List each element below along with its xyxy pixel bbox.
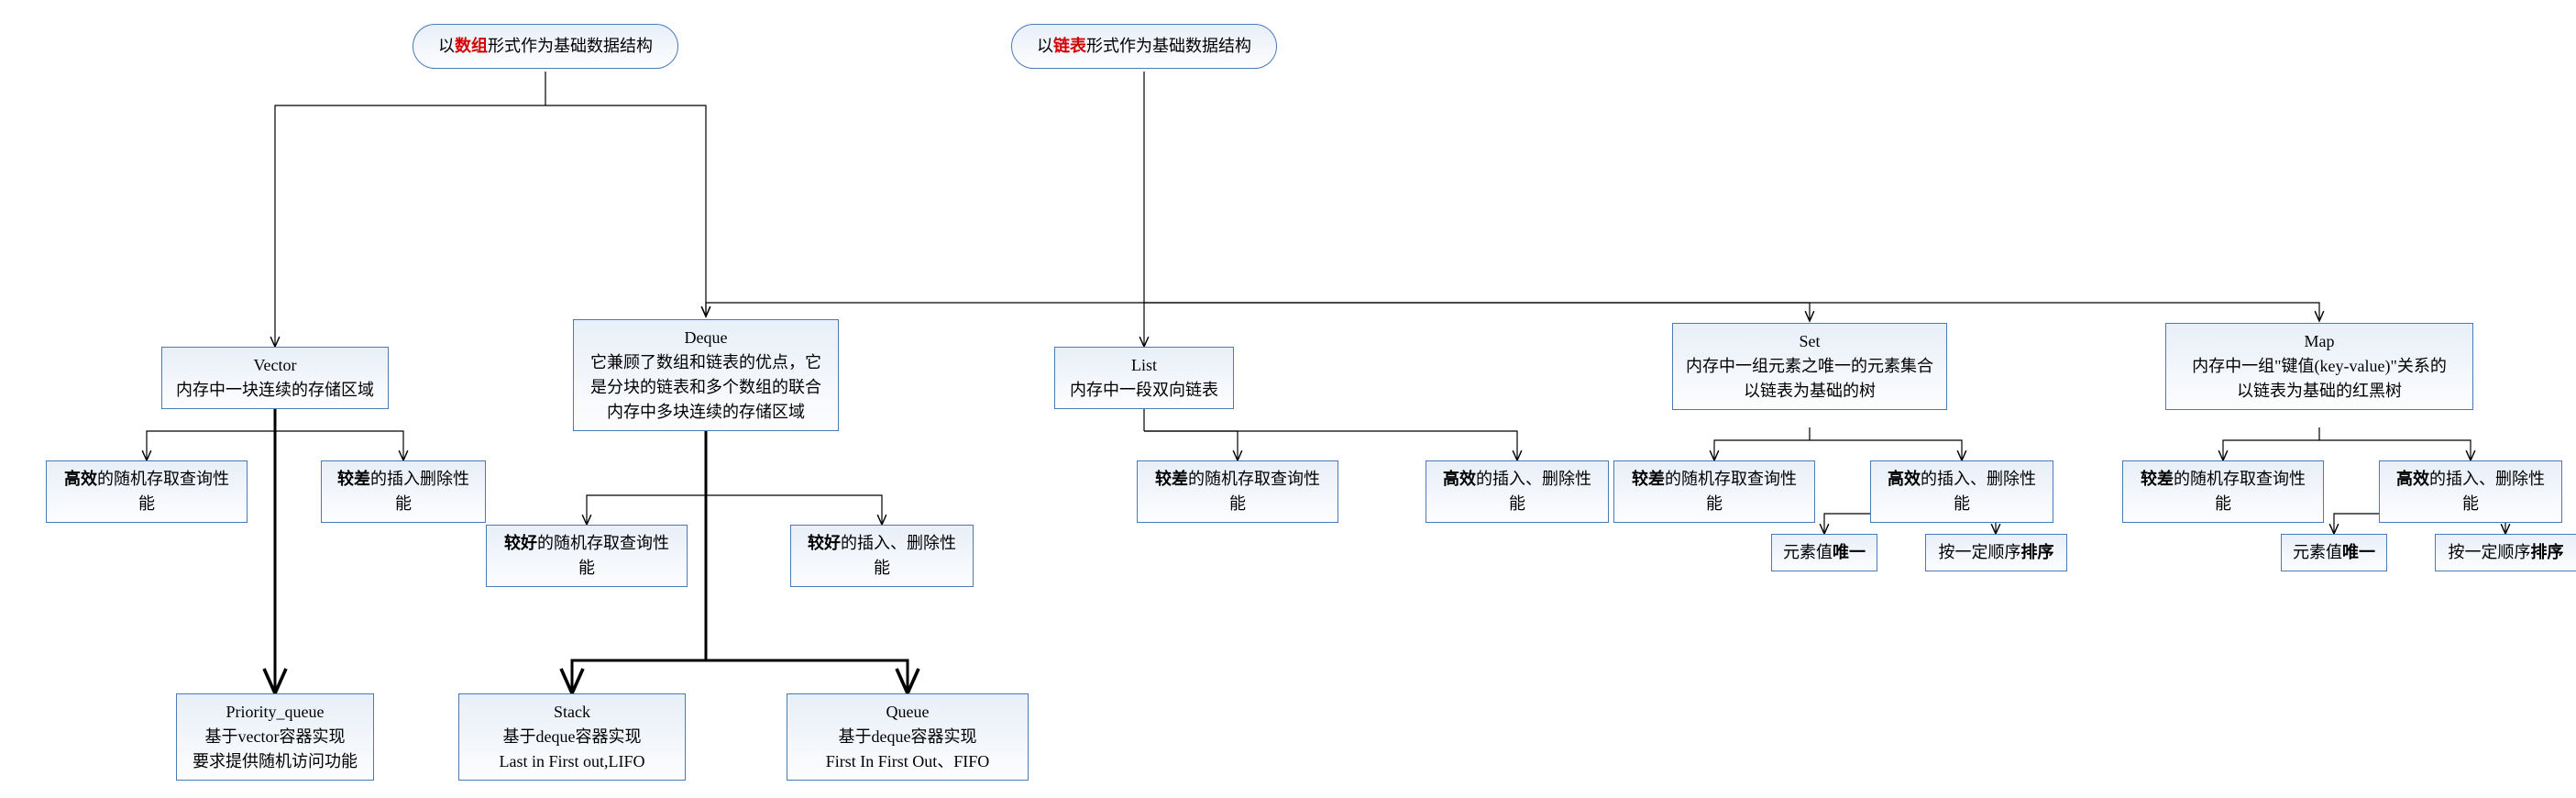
set-query-rest: 的随机存取查询性能 — [1665, 470, 1797, 513]
set-query: 较差的随机存取查询性能 — [1613, 460, 1815, 523]
map-unique: 元素值唯一 — [2281, 534, 2387, 571]
set-title: Set — [1799, 332, 1820, 350]
set-node: Set 内存中一组元素之唯一的元素集合 以链表为基础的树 — [1672, 323, 1947, 410]
vector-insert-rest: 的插入删除性能 — [370, 470, 469, 513]
deque-insert: 较好的插入、删除性能 — [790, 525, 974, 587]
deque-insert-rest: 的插入、删除性能 — [841, 534, 956, 577]
map-query-rest: 的随机存取查询性能 — [2174, 470, 2306, 513]
root-list-highlight: 链表 — [1053, 37, 1086, 55]
list-query-rest: 的随机存取查询性能 — [1188, 470, 1320, 513]
list-query: 较差的随机存取查询性能 — [1137, 460, 1338, 523]
queue-sub1: 基于deque容器实现 — [839, 727, 977, 746]
list-sub: 内存中一段双向链表 — [1070, 381, 1218, 399]
map-query-strong: 较差 — [2141, 470, 2174, 488]
set-insert-rest: 的插入、删除性能 — [1921, 470, 2036, 513]
set-insert: 高效的插入、删除性能 — [1870, 460, 2053, 523]
list-node: List 内存中一段双向链表 — [1054, 347, 1234, 409]
stack-sub1: 基于deque容器实现 — [503, 727, 642, 746]
queue-sub2: First In First Out、FIFO — [826, 752, 990, 770]
deque-insert-strong: 较好 — [808, 534, 841, 552]
root-array-highlight: 数组 — [455, 37, 488, 55]
map-sub2: 以链表为基础的红黑树 — [2237, 382, 2402, 400]
set-unique-pre: 元素值 — [1783, 543, 1833, 561]
deque-query-rest: 的随机存取查询性能 — [537, 534, 669, 577]
pq-title: Priority_queue — [226, 703, 325, 721]
map-insert-rest: 的插入、删除性能 — [2429, 470, 2545, 513]
map-query: 较差的随机存取查询性能 — [2122, 460, 2324, 523]
map-sort-pre: 按一定顺序 — [2449, 543, 2531, 561]
deque-sub2: 是分块的链表和多个数组的联合 — [590, 378, 821, 396]
set-query-strong: 较差 — [1632, 470, 1665, 488]
set-unique-strong: 唯一 — [1833, 543, 1866, 561]
vector-sub: 内存中一块连续的存储区域 — [176, 381, 374, 399]
set-sub1: 内存中一组元素之唯一的元素集合 — [1686, 357, 1933, 375]
deque-sub1: 它兼顾了数组和链表的优点，它 — [590, 353, 821, 371]
root-list-suffix: 形式作为基础数据结构 — [1086, 37, 1251, 55]
list-insert-rest: 的插入、删除性能 — [1476, 470, 1591, 513]
stack-title: Stack — [554, 703, 590, 721]
vector-insert: 较差的插入删除性能 — [321, 460, 486, 523]
list-insert-strong: 高效 — [1443, 470, 1476, 488]
deque-query-strong: 较好 — [504, 534, 537, 552]
pq-sub1: 基于vector容器实现 — [205, 727, 346, 746]
vector-node: Vector 内存中一块连续的存储区域 — [161, 347, 389, 409]
deque-title: Deque — [685, 328, 728, 347]
priority-queue-node: Priority_queue 基于vector容器实现 要求提供随机访问功能 — [176, 693, 374, 781]
deque-sub3: 内存中多块连续的存储区域 — [607, 403, 805, 421]
set-insert-strong: 高效 — [1888, 470, 1921, 488]
map-title: Map — [2305, 332, 2335, 350]
set-sub2: 以链表为基础的树 — [1744, 382, 1876, 400]
list-query-strong: 较差 — [1155, 470, 1188, 488]
root-array-prefix: 以 — [438, 37, 455, 55]
list-insert: 高效的插入、删除性能 — [1426, 460, 1609, 523]
set-sort-strong: 排序 — [2021, 543, 2054, 561]
root-list-prefix: 以 — [1037, 37, 1053, 55]
root-array-suffix: 形式作为基础数据结构 — [488, 37, 653, 55]
vector-query: 高效的随机存取查询性能 — [46, 460, 248, 523]
set-sort-pre: 按一定顺序 — [1939, 543, 2021, 561]
vector-title: Vector — [254, 356, 297, 374]
queue-title: Queue — [886, 703, 930, 721]
vector-insert-strong: 较差 — [337, 470, 370, 488]
stack-node: Stack 基于deque容器实现 Last in First out,LIFO — [458, 693, 686, 781]
map-sort: 按一定顺序排序 — [2435, 534, 2576, 571]
map-sub1: 内存中一组"键值(key-value)"关系的 — [2192, 357, 2447, 375]
list-title: List — [1131, 356, 1157, 374]
map-node: Map 内存中一组"键值(key-value)"关系的 以链表为基础的红黑树 — [2165, 323, 2473, 410]
queue-node: Queue 基于deque容器实现 First In First Out、FIF… — [787, 693, 1029, 781]
map-unique-strong: 唯一 — [2342, 543, 2375, 561]
deque-query: 较好的随机存取查询性能 — [486, 525, 688, 587]
set-unique: 元素值唯一 — [1771, 534, 1877, 571]
map-sort-strong: 排序 — [2531, 543, 2564, 561]
stack-sub2: Last in First out,LIFO — [499, 752, 644, 770]
set-sort: 按一定顺序排序 — [1925, 534, 2067, 571]
deque-node: Deque 它兼顾了数组和链表的优点，它 是分块的链表和多个数组的联合 内存中多… — [573, 319, 839, 431]
root-array: 以数组形式作为基础数据结构 — [413, 24, 678, 69]
root-list: 以链表形式作为基础数据结构 — [1011, 24, 1277, 69]
vector-query-strong: 高效 — [64, 470, 97, 488]
map-insert: 高效的插入、删除性能 — [2379, 460, 2562, 523]
map-insert-strong: 高效 — [2396, 470, 2429, 488]
pq-sub2: 要求提供随机访问功能 — [193, 752, 358, 770]
map-unique-pre: 元素值 — [2293, 543, 2342, 561]
vector-query-rest: 的随机存取查询性能 — [97, 470, 229, 513]
